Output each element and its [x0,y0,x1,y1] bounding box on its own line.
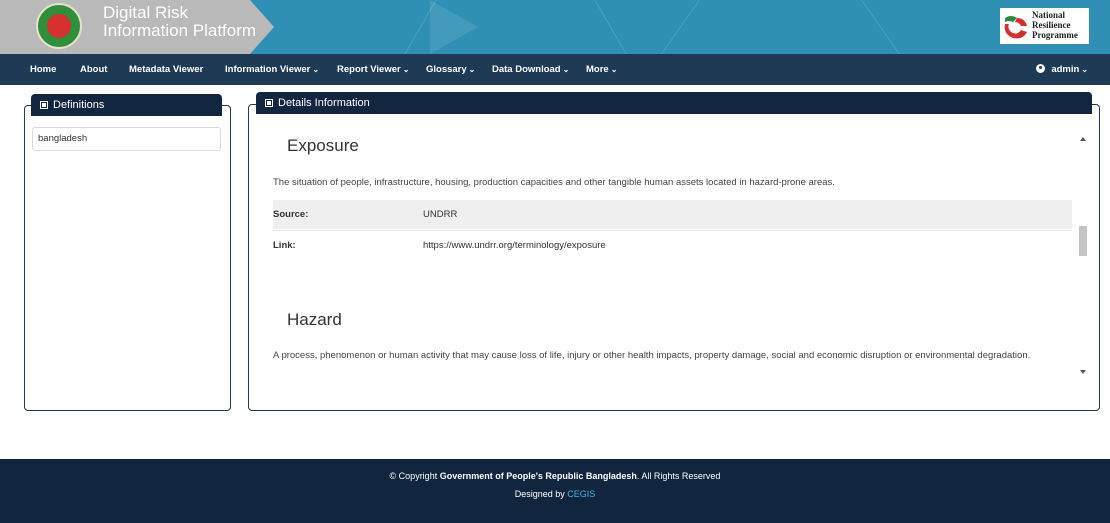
user-menu[interactable]: admin ⌄ [1036,54,1088,85]
nav-more[interactable]: More ⌄ [586,54,617,85]
link-value[interactable]: https://www.undrr.org/terminology/exposu… [423,231,606,260]
cegis-link[interactable]: CEGIS [567,489,595,499]
source-value: UNDRR [423,209,458,220]
panel-square-icon [40,100,48,109]
nav-metadata-viewer[interactable]: Metadata Viewer [129,54,203,85]
footer: © Copyright Government of People's Repub… [0,459,1110,523]
partner-line3: Programme [1032,30,1078,40]
user-name: admin [1051,64,1080,75]
chevron-down-icon: ⌄ [610,65,618,74]
designed-by-text: Designed by CEGIS [514,489,596,499]
copyright-text: © Copyright Government of People's Repub… [389,471,721,481]
panel-square-icon [265,98,273,107]
brand-line1: Digital Risk [103,3,189,22]
partner-logo-mark [1004,16,1027,39]
details-content: Exposure The situation of people, infras… [260,124,1072,384]
banner-line [594,0,627,54]
chevron-down-icon: ⌄ [562,65,570,74]
definitions-header: Definitions [31,94,222,116]
chevron-down-icon: ⌄ [468,65,476,74]
nav-report-viewer[interactable]: Report Viewer ⌄ [337,54,409,85]
scroll-up-arrow-icon[interactable] [1080,137,1086,141]
term-title: Hazard [287,310,342,329]
definition-item[interactable]: bangladesh [32,127,221,151]
scroll-thumb[interactable] [1079,226,1087,256]
banner-decoration [430,0,478,54]
brand-title[interactable]: Digital Risk Information Platform [103,4,256,40]
term-description: A process, phenomenon or human activity … [273,350,1031,361]
banner-line [661,0,700,54]
details-title: Details Information [278,97,370,109]
details-scrollbar[interactable] [1078,133,1088,378]
chevron-down-icon: ⌄ [312,65,320,74]
banner-line [861,0,900,54]
details-header: Details Information [256,92,1092,114]
partner-logo: National Resilience Programme [1000,8,1089,44]
definitions-title: Definitions [53,99,105,111]
term-title: Exposure [287,136,359,155]
main-nav: Home About Metadata Viewer Information V… [0,54,1110,85]
link-row: Link: https://www.undrr.org/terminology/… [273,231,1072,260]
nav-information-viewer[interactable]: Information Viewer ⌄ [225,54,319,85]
user-icon [1036,64,1046,73]
partner-line2: Resilience [1032,20,1071,30]
nav-about[interactable]: About [80,54,107,85]
source-label: Source: [273,209,309,220]
brand-line2: Information Platform [103,21,257,40]
government-logo[interactable] [36,3,82,49]
nav-glossary[interactable]: Glossary ⌄ [426,54,475,85]
nav-data-download[interactable]: Data Download ⌄ [492,54,569,85]
header-banner: Digital Risk Information Platform Nation… [0,0,1110,54]
nav-home[interactable]: Home [30,54,56,85]
link-label: Link: [273,240,296,251]
partner-line1: National [1032,10,1066,20]
term-description: The situation of people, infrastructure,… [273,177,835,188]
chevron-down-icon: ⌄ [1081,65,1088,74]
chevron-down-icon: ⌄ [402,65,410,74]
scroll-down-arrow-icon[interactable] [1080,370,1086,374]
source-row: Source: UNDRR [273,200,1072,229]
